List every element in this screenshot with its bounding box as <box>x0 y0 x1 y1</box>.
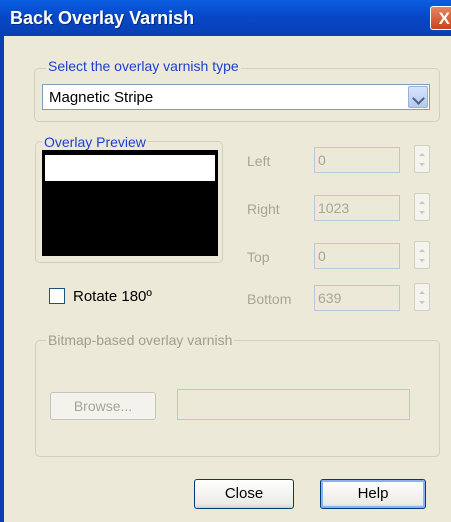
chevron-down-icon[interactable] <box>408 86 428 108</box>
rotate-label[interactable]: Rotate 180º <box>73 288 152 305</box>
bottom-spinner[interactable] <box>414 283 430 311</box>
left-input[interactable]: 0 <box>314 147 400 173</box>
top-value: 0 <box>318 248 326 264</box>
magnetic-stripe-preview <box>45 155 215 181</box>
right-value: 1023 <box>318 200 350 216</box>
bottom-label: Bottom <box>247 291 292 307</box>
bottom-value: 639 <box>318 290 342 306</box>
top-label: Top <box>247 249 270 265</box>
overlay-type-value: Magnetic Stripe <box>49 89 154 106</box>
spin-down-icon[interactable] <box>419 211 425 214</box>
spin-up-icon[interactable] <box>419 291 425 294</box>
close-window-button[interactable]: X <box>430 6 451 30</box>
top-input[interactable]: 0 <box>314 243 400 269</box>
bitmap-group-legend: Bitmap-based overlay varnish <box>46 332 235 348</box>
browse-button[interactable]: Browse... <box>50 392 156 420</box>
window-title: Back Overlay Varnish <box>10 8 195 28</box>
close-button[interactable]: Close <box>194 479 294 509</box>
spin-up-icon[interactable] <box>419 249 425 252</box>
right-label: Right <box>247 201 280 217</box>
spin-down-icon[interactable] <box>419 163 425 166</box>
top-spinner[interactable] <box>414 241 430 269</box>
overlay-type-select[interactable]: Magnetic Stripe <box>42 84 430 110</box>
close-icon: X <box>438 9 450 28</box>
title-bar: Back Overlay Varnish X <box>0 0 451 36</box>
left-label: Left <box>247 153 271 169</box>
overlay-preview-image <box>42 150 218 256</box>
right-spinner[interactable] <box>414 193 430 221</box>
rotate-checkbox[interactable] <box>49 288 65 304</box>
spin-up-icon[interactable] <box>419 153 425 156</box>
help-button[interactable]: Help <box>320 479 426 509</box>
right-input[interactable]: 1023 <box>314 195 400 221</box>
type-group-legend: Select the overlay varnish type <box>46 58 241 74</box>
preview-group-legend: Overlay Preview <box>42 134 148 150</box>
spin-down-icon[interactable] <box>419 259 425 262</box>
window-frame-left <box>0 36 4 522</box>
spin-down-icon[interactable] <box>419 301 425 304</box>
bottom-input[interactable]: 639 <box>314 285 400 311</box>
bitmap-path-field[interactable] <box>177 389 410 420</box>
left-spinner[interactable] <box>414 145 430 173</box>
left-value: 0 <box>318 152 326 168</box>
spin-up-icon[interactable] <box>419 201 425 204</box>
